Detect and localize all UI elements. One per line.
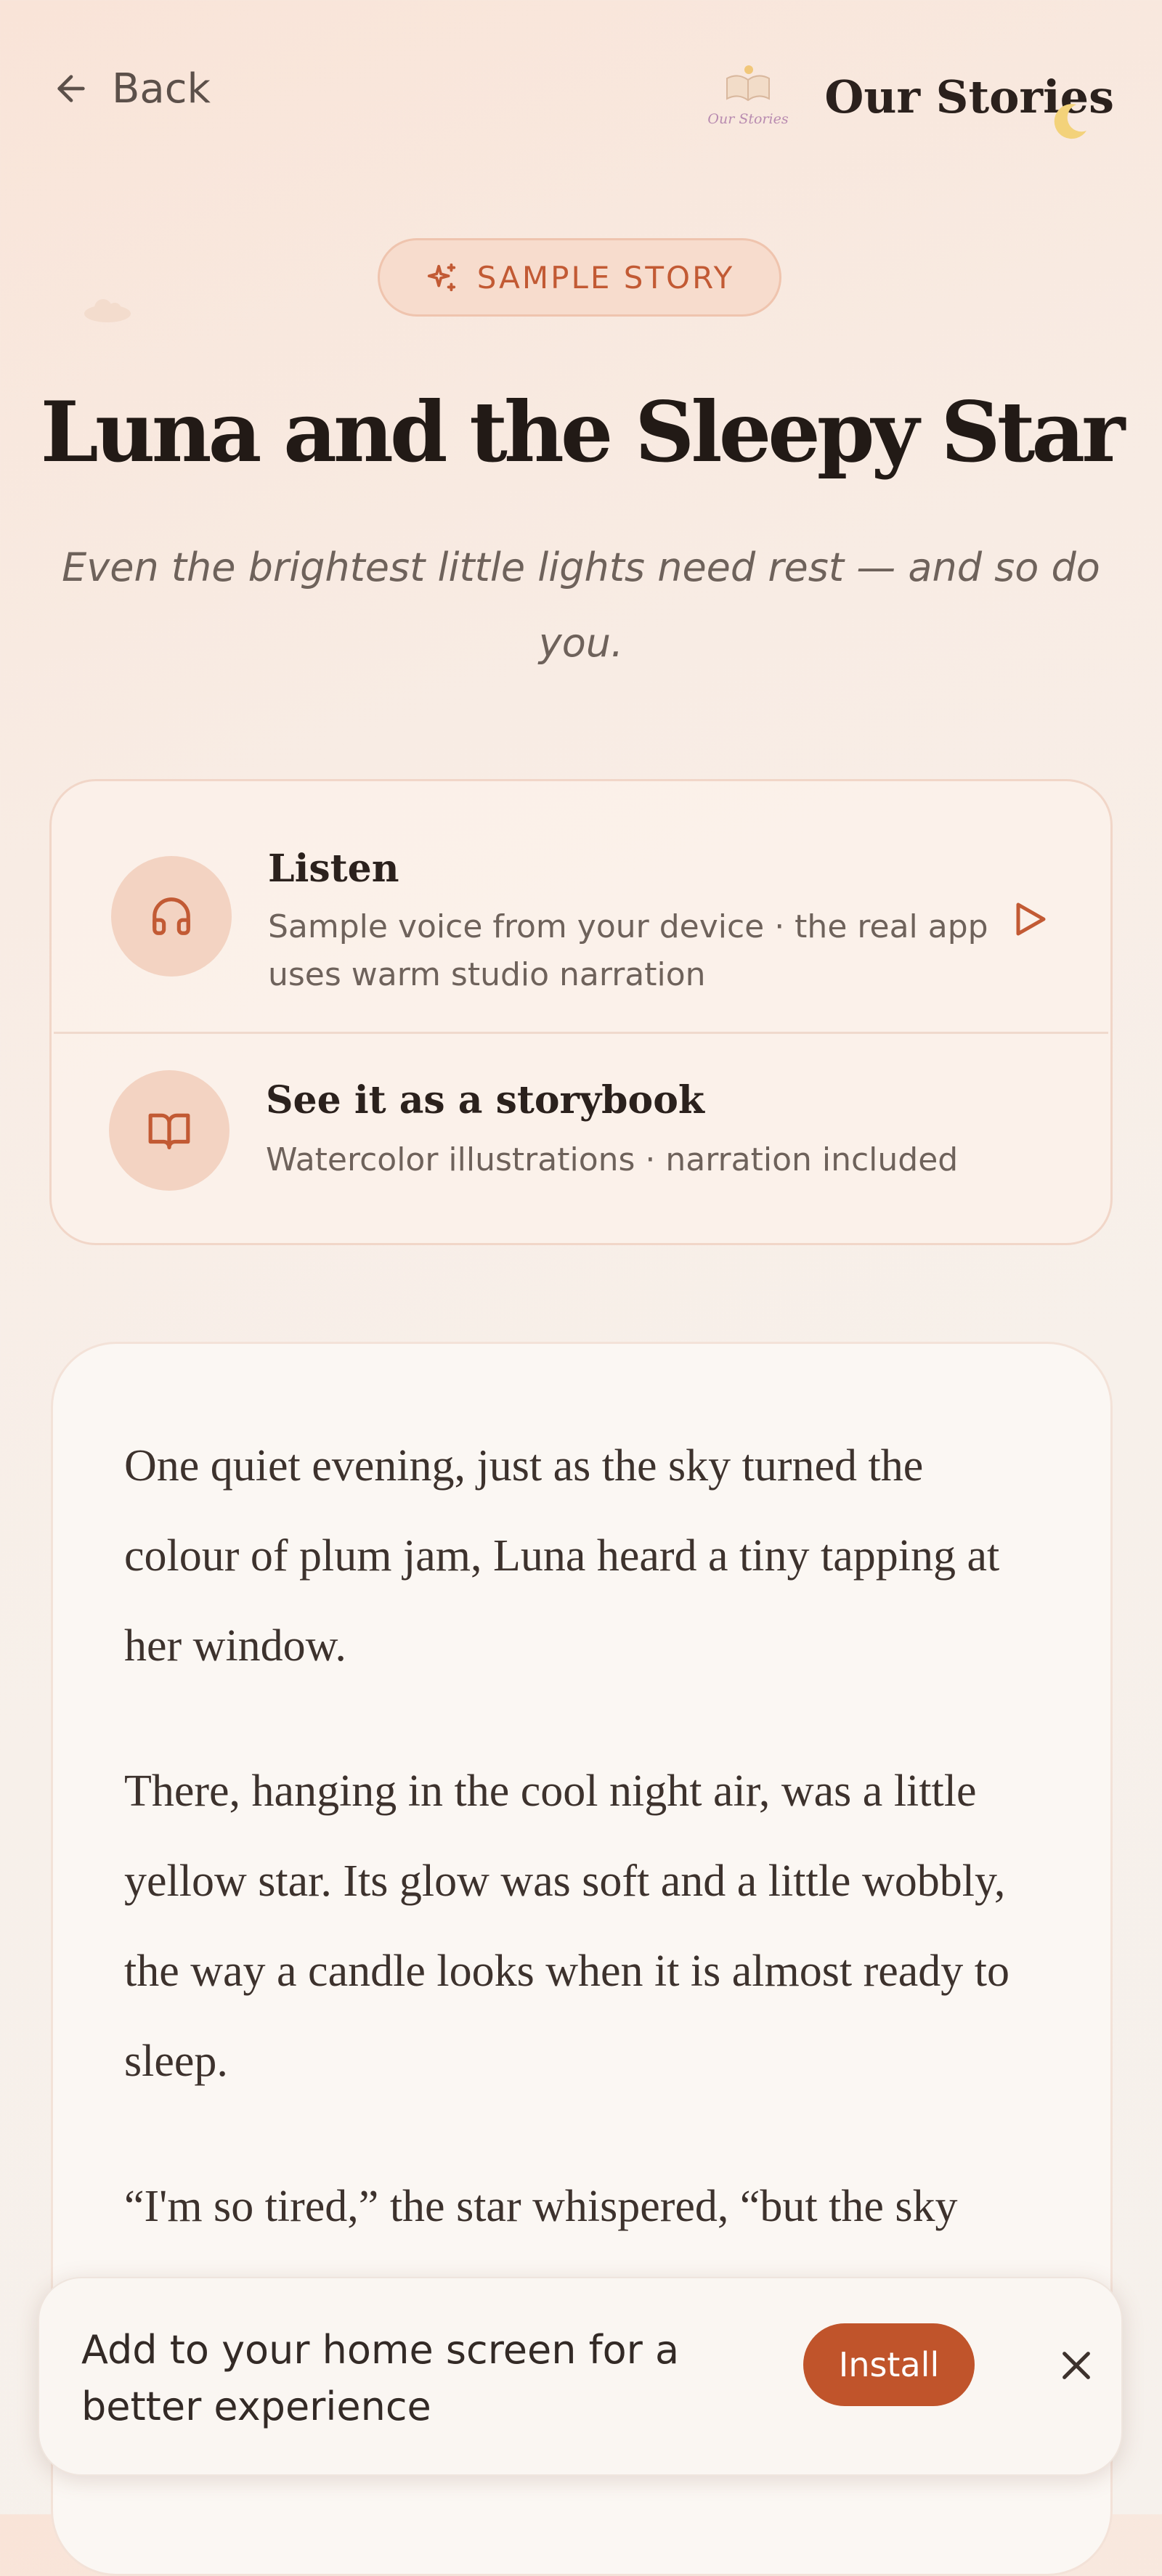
story-paragraph: “I'm so tired,” the star whispered, “but… — [124, 2182, 958, 2231]
story-page: Back Our Stories Our Stories SAMPLE STOR… — [0, 0, 1162, 2576]
brand-logo-text: Our Stories — [708, 111, 789, 127]
listen-option[interactable]: Listen Sample voice from your device · t… — [52, 781, 1110, 999]
play-icon[interactable] — [1007, 897, 1051, 941]
brand-logo: Our Stories — [708, 65, 789, 127]
storybook-description: Watercolor illustrations · narration inc… — [266, 1141, 959, 1178]
install-banner: Add to your home screen for a better exp… — [38, 2277, 1123, 2476]
install-button[interactable]: Install — [803, 2323, 975, 2406]
listen-description: Sample voice from your device · the real… — [268, 908, 988, 993]
badge-label: SAMPLE STORY — [476, 259, 735, 295]
sparkles-icon — [427, 263, 455, 292]
back-label: Back — [112, 65, 211, 113]
storybook-option[interactable]: See it as a storybook Watercolor illustr… — [49, 1035, 1113, 1244]
story-subtitle: Even the brightest little lights need re… — [62, 545, 1100, 666]
install-banner-text: Add to your home screen for a better exp… — [81, 2327, 680, 2429]
headphones-icon — [153, 897, 190, 935]
book-open-icon — [148, 1113, 190, 1149]
listen-icon-circle — [111, 856, 232, 977]
cloud-icon — [84, 299, 131, 322]
arrow-left-icon — [57, 75, 85, 102]
story-paragraph: One quiet evening, just as the sky turne… — [124, 1441, 1000, 1671]
back-button[interactable]: Back — [51, 62, 211, 115]
storybook-icon-circle — [109, 1070, 229, 1191]
close-icon[interactable] — [1056, 2345, 1097, 2386]
story-paragraph: There, hanging in the cool night air, wa… — [124, 1766, 1010, 2086]
story-title: Luna and the Sleepy Star — [40, 383, 1126, 481]
sample-story-badge: SAMPLE STORY — [378, 238, 781, 317]
moon-icon — [1054, 104, 1086, 139]
listen-title: Listen — [268, 847, 399, 891]
options-divider — [54, 1032, 1108, 1034]
storybook-title: See it as a storybook — [266, 1078, 704, 1122]
